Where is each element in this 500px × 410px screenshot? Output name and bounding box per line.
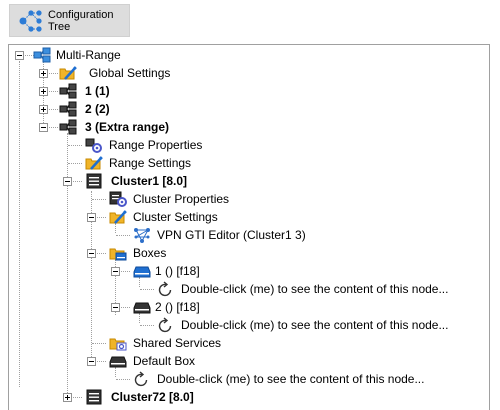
- tree-node-label: Global Settings: [89, 66, 171, 80]
- box-blue-icon: [133, 266, 151, 278]
- label-line-2: Tree: [48, 21, 71, 33]
- tree-node-label: Range Properties: [109, 138, 203, 152]
- tree-node-label: VPN GTI Editor (Cluster1 3): [157, 228, 306, 242]
- expand-toggle-default-box[interactable]: [87, 357, 96, 366]
- tree-node-label: Cluster Properties: [133, 192, 230, 206]
- settings-folder-icon: [109, 210, 127, 224]
- box-dark-icon: [109, 356, 127, 368]
- tree-node-label: 1 (1): [85, 84, 110, 98]
- expand-toggle-cluster1[interactable]: [63, 177, 72, 186]
- tree-node-label: Cluster1 [8.0]: [111, 174, 188, 188]
- tree-node-label: 2 (2): [85, 102, 110, 116]
- cluster-icon: [86, 389, 102, 405]
- box-dark-icon: [133, 302, 151, 314]
- configuration-tree-view[interactable]: Multi-Range Global Settings 1 (1) 2 (2): [8, 44, 490, 410]
- expand-toggle-multi-range[interactable]: [15, 51, 24, 60]
- services-folder-icon: [109, 338, 127, 351]
- range-icon: [59, 101, 77, 117]
- tree-node-label: 1 () [f18]: [155, 264, 200, 278]
- tree-node-label: Default Box: [133, 354, 196, 368]
- range-icon: [59, 119, 77, 135]
- expand-toggle-boxes[interactable]: [87, 249, 96, 258]
- tree-node-label: 3 (Extra range): [85, 120, 170, 134]
- expand-toggle-global-settings[interactable]: [39, 69, 48, 78]
- toolbar: Configuration Tree: [0, 0, 500, 40]
- tree-node-label: Cluster Settings: [133, 210, 218, 224]
- tree-network-icon: [19, 10, 42, 32]
- expand-toggle-box-1[interactable]: [111, 267, 120, 276]
- tree-node-label: Double-click (me) to see the content of …: [181, 282, 449, 296]
- expand-toggle-box-2[interactable]: [111, 303, 120, 312]
- expand-toggle-cluster-settings[interactable]: [87, 213, 96, 222]
- settings-folder-icon: [85, 156, 103, 170]
- label-line-1: Configuration: [48, 9, 114, 21]
- multi-range-icon: [33, 47, 51, 63]
- expand-toggle-range-1[interactable]: [39, 87, 48, 96]
- tree-node-label: Double-click (me) to see the content of …: [181, 318, 449, 332]
- refresh-icon: [134, 371, 148, 387]
- expand-toggle-range-2[interactable]: [39, 105, 48, 114]
- tree-node-label: Shared Services: [133, 336, 222, 350]
- cluster-properties-icon: [109, 191, 127, 207]
- range-icon: [59, 83, 77, 99]
- boxes-folder-icon: [109, 248, 127, 261]
- configuration-tree-button[interactable]: Configuration Tree: [9, 4, 130, 37]
- settings-folder-icon: [59, 66, 77, 80]
- tree-node-label: Cluster72 [8.0]: [111, 390, 194, 404]
- tree-node-label: Double-click (me) to see the content of …: [157, 372, 425, 386]
- expand-toggle-cluster72[interactable]: [63, 393, 72, 402]
- expand-toggle-range-3[interactable]: [39, 123, 48, 132]
- tree-node-label: 2 () [f18]: [155, 300, 200, 314]
- cluster-icon: [86, 173, 102, 189]
- tree-node-label: Boxes: [133, 246, 167, 260]
- vpn-network-icon: [134, 228, 150, 243]
- tree-node-label: Range Settings: [109, 156, 192, 170]
- refresh-icon: [158, 281, 172, 297]
- tree-node-label: Multi-Range: [56, 48, 121, 62]
- range-properties-icon: [85, 138, 102, 153]
- configuration-tree-label: Configuration Tree: [48, 9, 113, 33]
- refresh-icon: [158, 317, 172, 333]
